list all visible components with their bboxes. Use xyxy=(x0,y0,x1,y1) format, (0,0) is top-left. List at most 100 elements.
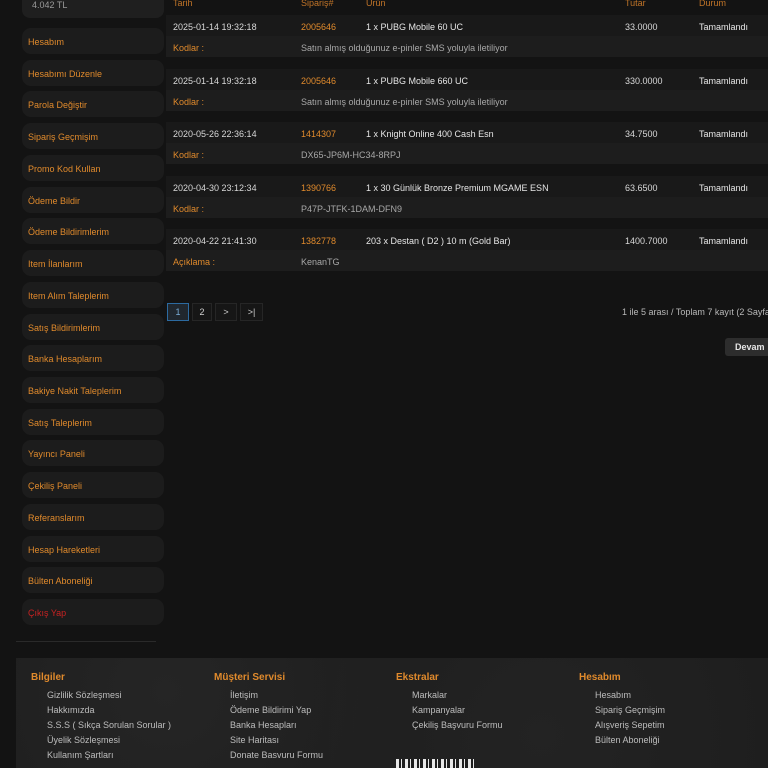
order-number-link[interactable]: 1414307 xyxy=(301,129,336,139)
order-detail-label: Kodlar : xyxy=(173,43,205,53)
order-detail-value: Satın almış olduğunuz e-pinler SMS yoluy… xyxy=(301,97,508,107)
order-detail-value: Satın almış olduğunuz e-pinler SMS yoluy… xyxy=(301,43,508,53)
order-product: 203 x Destan ( D2 ) 10 m (Gold Bar) xyxy=(366,236,511,246)
footer-heading: Ekstralar xyxy=(396,672,439,683)
footer-link[interactable]: Kullanım Şartları xyxy=(47,750,171,765)
sidebar-item-item-requests[interactable]: Item Alım Taleplerim xyxy=(22,282,164,308)
sidebar-item-payment-notifications[interactable]: Ödeme Bildirimlerim xyxy=(22,218,164,244)
sidebar-item-sales-notifications[interactable]: Satış Bildirimlerim xyxy=(22,314,164,340)
table-row: 2025-01-14 19:32:18 2005646 1 x PUBG Mob… xyxy=(166,69,768,111)
order-product: 1 x 30 Günlük Bronze Premium MGAME ESN xyxy=(366,183,549,193)
sidebar-item-promo-code[interactable]: Promo Kod Kullan xyxy=(22,155,164,181)
sidebar-item-cash-requests[interactable]: Bakiye Nakit Taleplerim xyxy=(22,377,164,403)
order-detail-value: DX65-JP6M-HC34-8RPJ xyxy=(301,150,401,160)
order-date: 2025-01-14 19:32:18 xyxy=(173,76,257,86)
footer-link[interactable]: Ödeme Bildirimi Yap xyxy=(230,705,323,720)
footer-column-account: Hesabım Hesabım Sipariş Geçmişim Alışver… xyxy=(579,672,665,750)
footer-column-info: Bilgiler Gizlilik Sözleşmesi Hakkımızda … xyxy=(31,672,171,765)
footer-link[interactable]: Donate Basvuru Formu xyxy=(230,750,323,765)
footer-column-customer-service: Müşteri Servisi İletişim Ödeme Bildirimi… xyxy=(214,672,323,765)
order-number-link[interactable]: 1382778 xyxy=(301,236,336,246)
order-amount: 33.0000 xyxy=(625,22,658,32)
order-amount: 34.7500 xyxy=(625,129,658,139)
order-date: 2020-04-30 23:12:34 xyxy=(173,183,257,193)
sidebar-item-sales-requests[interactable]: Satış Taleplerim xyxy=(22,409,164,435)
column-header-order-no: Sipariş# xyxy=(301,0,334,8)
order-product: 1 x Knight Online 400 Cash Esn xyxy=(366,129,494,139)
order-detail-label: Kodlar : xyxy=(173,150,205,160)
last-page-button[interactable]: >| xyxy=(240,303,263,321)
column-header-date: Tarih xyxy=(173,0,193,8)
sidebar-item-references[interactable]: Referanslarım xyxy=(22,504,164,530)
footer-column-extras: Ekstralar Markalar Kampanyalar Çekiliş B… xyxy=(396,672,503,735)
footer-link[interactable]: Sipariş Geçmişim xyxy=(595,705,665,720)
order-amount: 1400.7000 xyxy=(625,236,668,246)
footer-link[interactable]: Hakkımızda xyxy=(47,705,171,720)
order-history-table: Tarih Sipariş# Ürün Tutar Durum 2025-01-… xyxy=(166,0,768,290)
order-status: Tamamlandı xyxy=(699,22,749,32)
footer-heading: Müşteri Servisi xyxy=(214,672,286,683)
table-row: 2025-01-14 19:32:18 2005646 1 x PUBG Mob… xyxy=(166,15,768,57)
qr-code-image xyxy=(396,759,474,768)
order-status: Tamamlandı xyxy=(699,76,749,86)
order-date: 2025-01-14 19:32:18 xyxy=(173,22,257,32)
table-row: 2020-04-30 23:12:34 1390766 1 x 30 Günlü… xyxy=(166,176,768,218)
footer-link[interactable]: Üyelik Sözleşmesi xyxy=(47,735,171,750)
order-status: Tamamlandı xyxy=(699,183,749,193)
page-1-button[interactable]: 1 xyxy=(167,303,189,321)
order-detail-value: P47P-JTFK-1DAM-DFN9 xyxy=(301,204,403,214)
order-detail-label: Kodlar : xyxy=(173,204,205,214)
footer-link[interactable]: Banka Hesapları xyxy=(230,720,323,735)
column-header-amount: Tutar xyxy=(625,0,646,8)
order-amount: 330.0000 xyxy=(625,76,663,86)
footer-link[interactable]: Gizlilik Sözleşmesi xyxy=(47,690,171,705)
footer-link[interactable]: İletişim xyxy=(230,690,323,705)
order-status: Tamamlandı xyxy=(699,129,749,139)
account-sidebar: 4.042 TL Hesabım Hesabımı Düzenle Parola… xyxy=(16,0,164,642)
order-detail-value: KenanTG xyxy=(301,257,340,267)
site-footer: Bilgiler Gizlilik Sözleşmesi Hakkımızda … xyxy=(16,658,768,768)
sidebar-item-item-listings[interactable]: Item İlanlarım xyxy=(22,250,164,276)
page-2-button[interactable]: 2 xyxy=(192,303,212,321)
sidebar-item-logout[interactable]: Çıkış Yap xyxy=(22,599,164,625)
table-row: 2020-05-26 22:36:14 1414307 1 x Knight O… xyxy=(166,122,768,164)
order-product: 1 x PUBG Mobile 60 UC xyxy=(366,22,464,32)
column-header-product: Ürün xyxy=(366,0,386,8)
footer-link[interactable]: Kampanyalar xyxy=(412,705,503,720)
footer-heading: Hesabım xyxy=(579,672,621,683)
footer-link[interactable]: Hesabım xyxy=(595,690,665,705)
sidebar-item-bank-accounts[interactable]: Banka Hesaplarım xyxy=(22,345,164,371)
sidebar-item-order-history[interactable]: Sipariş Geçmişim xyxy=(22,123,164,149)
footer-link[interactable]: Site Haritası xyxy=(230,735,323,750)
order-number-link[interactable]: 1390766 xyxy=(301,183,336,193)
sidebar-item-change-password[interactable]: Parola Değiştir xyxy=(22,91,164,117)
sidebar-item-hesabim[interactable]: Hesabım xyxy=(22,28,164,54)
order-number-link[interactable]: 2005646 xyxy=(301,22,336,32)
order-detail-label: Kodlar : xyxy=(173,97,205,107)
footer-link[interactable]: Alışveriş Sepetim xyxy=(595,720,665,735)
table-header: Tarih Sipariş# Ürün Tutar Durum xyxy=(166,0,768,9)
balance-display: 4.042 TL xyxy=(22,0,164,18)
sidebar-item-payment-notify[interactable]: Ödeme Bildir xyxy=(22,187,164,213)
table-row: 2020-04-22 21:41:30 1382778 203 x Destan… xyxy=(166,229,768,271)
order-product: 1 x PUBG Mobile 660 UC xyxy=(366,76,469,86)
order-detail-label: Açıklama : xyxy=(173,257,216,267)
sidebar-item-newsletter[interactable]: Bülten Aboneliği xyxy=(22,567,164,593)
footer-link[interactable]: Çekiliş Başvuru Formu xyxy=(412,720,503,735)
next-page-button[interactable]: > xyxy=(215,303,237,321)
column-header-status: Durum xyxy=(699,0,727,8)
pagination-info: 1 ile 5 arası / Toplam 7 kayıt (2 Sayfa) xyxy=(622,307,768,317)
sidebar-item-raffle-panel[interactable]: Çekiliş Paneli xyxy=(22,472,164,498)
sidebar-item-account-activity[interactable]: Hesap Hareketleri xyxy=(22,536,164,562)
order-number-link[interactable]: 2005646 xyxy=(301,76,336,86)
continue-button[interactable]: Devam xyxy=(725,338,768,356)
order-status: Tamamlandı xyxy=(699,236,749,246)
sidebar-item-edit-account[interactable]: Hesabımı Düzenle xyxy=(22,60,164,86)
order-date: 2020-04-22 21:41:30 xyxy=(173,236,257,246)
order-date: 2020-05-26 22:36:14 xyxy=(173,129,257,139)
sidebar-item-streamer-panel[interactable]: Yayıncı Paneli xyxy=(22,440,164,466)
footer-link[interactable]: S.S.S ( Sıkça Sorulan Sorular ) xyxy=(47,720,171,735)
footer-link[interactable]: Bülten Aboneliği xyxy=(595,735,665,750)
footer-link[interactable]: Markalar xyxy=(412,690,503,705)
order-amount: 63.6500 xyxy=(625,183,658,193)
